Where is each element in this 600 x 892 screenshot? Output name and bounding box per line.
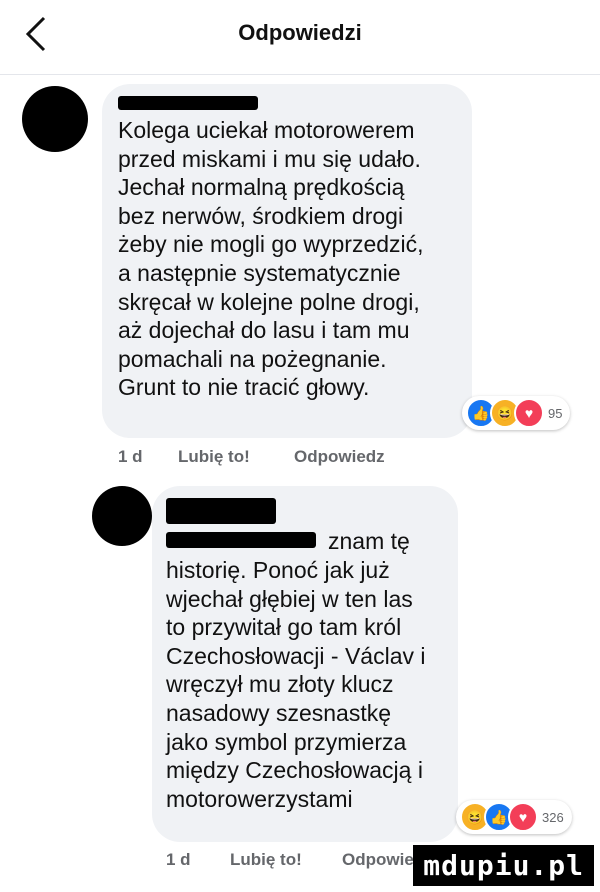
reaction-count: 326 [542,809,564,825]
avatar[interactable] [92,486,152,546]
watermark-logo: mdupiu.pl [413,845,594,886]
love-reaction-icon: ♥ [508,802,538,832]
reaction-summary[interactable]: 😆 👍 ♥ 326 [456,800,572,834]
love-reaction-icon: ♥ [514,398,544,428]
comment-text-inline: znam tę [328,528,410,554]
comment-text: Kolega uciekał motorowerem przed miskami… [118,117,424,401]
reaction-count: 95 [548,405,563,421]
redacted-author-name [118,96,258,110]
reply-link[interactable]: Odpowiedz [294,447,385,467]
comment-time: 1 d [118,447,143,466]
avatar[interactable] [22,86,88,152]
redacted-author-name [166,498,276,524]
comment-time: 1 d [166,850,191,869]
comment-text: historię. Ponoć jak już wjechał głębiej … [166,557,426,812]
like-link[interactable]: Lubię to! [178,447,250,467]
reaction-summary[interactable]: 👍 😆 ♥ 95 [462,396,571,430]
page-title: Odpowiedzi [238,20,362,45]
top-bar: Odpowiedzi [0,0,600,75]
redacted-mention [166,532,316,548]
like-link[interactable]: Lubię to! [230,850,302,870]
